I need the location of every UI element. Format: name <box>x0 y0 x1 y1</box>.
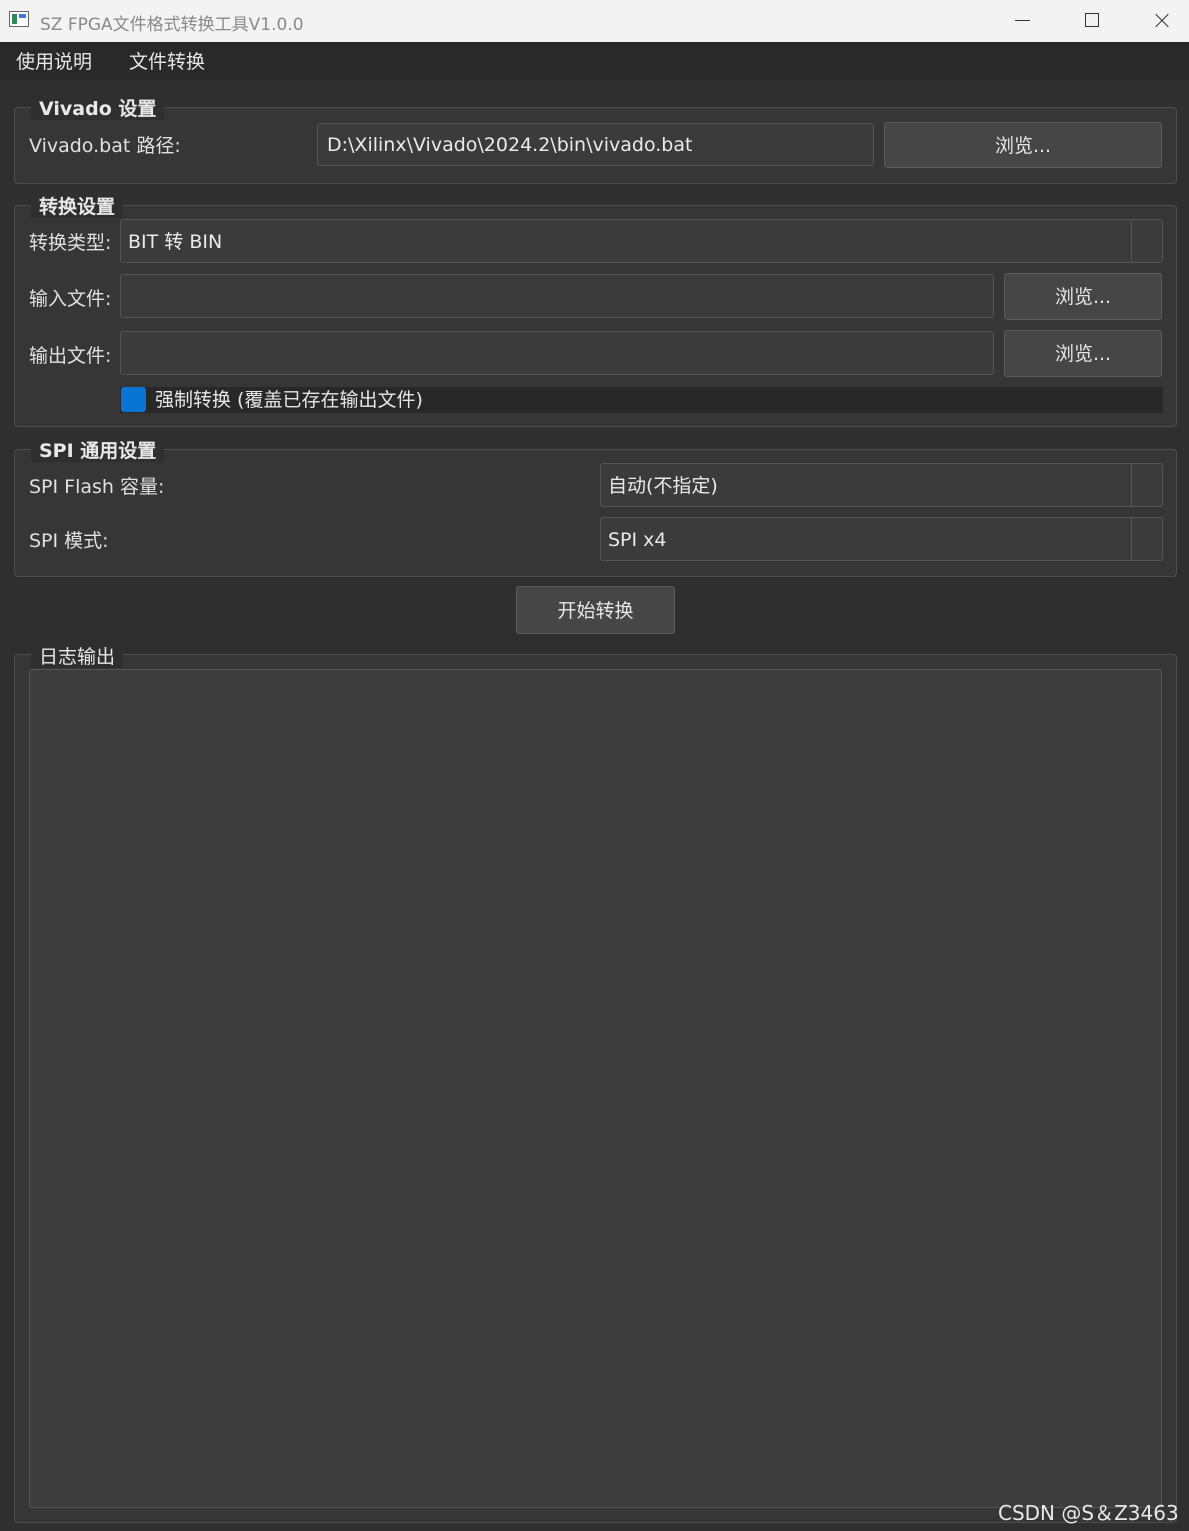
convert-type-select[interactable]: BIT 转 BIN <box>120 219 1163 263</box>
menu-bar: 使用说明 文件转换 <box>0 42 1189 80</box>
maximize-button[interactable] <box>1057 0 1127 42</box>
vivado-path-input[interactable] <box>317 123 874 166</box>
spi-mode-label: SPI 模式: <box>29 530 109 552</box>
output-file-label: 输出文件: <box>29 345 112 367</box>
menu-file-convert[interactable]: 文件转换 <box>129 42 205 80</box>
chevron-down-icon <box>1132 220 1162 262</box>
vivado-path-label: Vivado.bat 路径: <box>29 135 181 157</box>
convert-type-value: BIT 转 BIN <box>128 231 223 253</box>
vivado-group-title: Vivado 设置 <box>31 98 165 120</box>
spi-capacity-value: 自动(不指定) <box>608 475 718 497</box>
input-browse-button[interactable]: 浏览... <box>1004 273 1162 320</box>
spi-group-title: SPI 通用设置 <box>31 440 165 462</box>
spi-capacity-label: SPI Flash 容量: <box>29 476 165 498</box>
log-group-title: 日志输出 <box>31 646 124 668</box>
convert-type-label: 转换类型: <box>29 232 112 254</box>
convert-group-title: 转换设置 <box>31 196 124 218</box>
vivado-browse-button[interactable]: 浏览... <box>884 122 1162 168</box>
spi-mode-select[interactable]: SPI x4 <box>600 517 1163 561</box>
chevron-down-icon <box>1132 518 1162 560</box>
force-convert-label: 强制转换 (覆盖已存在输出文件) <box>155 389 423 411</box>
window-title: SZ FPGA文件格式转换工具V1.0.0 <box>40 15 304 35</box>
input-file-label: 输入文件: <box>29 288 112 310</box>
spi-capacity-select[interactable]: 自动(不指定) <box>600 463 1163 507</box>
spi-mode-value: SPI x4 <box>608 529 667 551</box>
output-browse-button[interactable]: 浏览... <box>1004 330 1162 377</box>
close-button[interactable] <box>1127 0 1189 42</box>
title-bar: SZ FPGA文件格式转换工具V1.0.0 <box>0 0 1189 42</box>
output-file-field[interactable] <box>120 331 994 375</box>
app-icon <box>9 11 29 27</box>
log-output-area[interactable] <box>29 669 1162 1508</box>
input-file-field[interactable] <box>120 274 994 318</box>
start-convert-button[interactable]: 开始转换 <box>516 586 675 634</box>
minimize-button[interactable] <box>988 0 1058 42</box>
force-convert-row[interactable]: 强制转换 (覆盖已存在输出文件) <box>120 387 1163 413</box>
menu-usage[interactable]: 使用说明 <box>16 42 92 80</box>
force-convert-checkbox[interactable] <box>121 387 146 412</box>
chevron-down-icon <box>1132 464 1162 506</box>
watermark: CSDN @S＆Z3463 <box>998 1501 1179 1525</box>
